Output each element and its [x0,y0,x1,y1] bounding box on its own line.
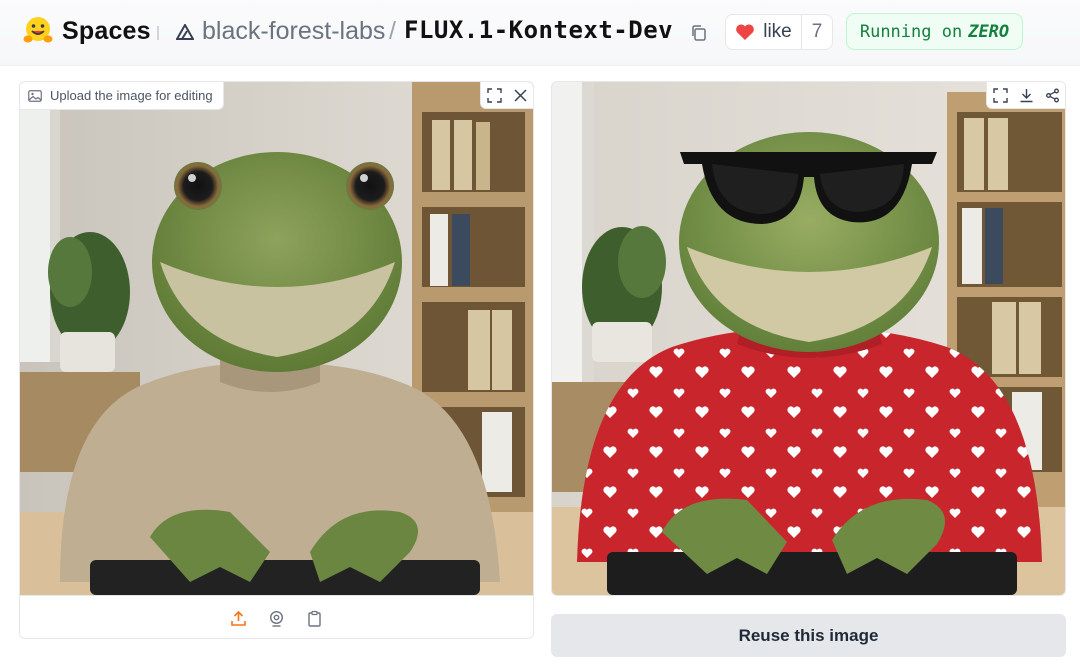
input-image-label: Upload the image for editing [20,82,224,110]
header-divider [157,26,159,40]
clipboard-source-button[interactable] [302,605,328,631]
heart-icon [736,24,755,40]
reuse-image-button[interactable]: Reuse this image [551,614,1066,657]
input-image-panel: Upload the image for editing [19,81,534,639]
status-prefix: Running on [859,21,963,42]
input-source-bar [20,595,533,638]
close-icon [513,88,527,102]
output-download-button[interactable] [1013,82,1039,108]
input-fullscreen-button[interactable] [481,82,507,108]
output-share-button[interactable] [1039,82,1065,108]
black-forest-labs-logo-icon [176,24,194,40]
like-label: like [763,21,792,42]
download-icon [1020,88,1032,102]
runtime-status-badge[interactable]: Running on ZERO [846,13,1023,50]
input-image-label-text: Upload the image for editing [50,88,213,103]
copy-icon[interactable] [690,24,708,42]
path-separator: / [389,17,396,45]
upload-source-button[interactable] [226,605,252,631]
clipboard-icon [308,610,321,627]
input-image-dropzone[interactable] [20,82,533,595]
repo-title[interactable]: FLUX.1-Kontext-Dev [404,16,673,44]
fullscreen-icon [992,87,1008,103]
org-link[interactable]: black-forest-labs [202,17,385,46]
output-image[interactable] [552,82,1065,595]
hugging-face-logo-icon[interactable] [22,15,54,47]
spaces-link[interactable]: Spaces [62,17,151,46]
input-clear-button[interactable] [507,82,533,108]
output-image-panel [551,81,1066,596]
frog-sunglasses-red-sweater-image [552,82,1065,595]
frog-beige-sweater-image [20,82,533,595]
output-image-toolbar [986,82,1065,109]
upload-icon [231,610,246,626]
like-toggle[interactable]: like [726,15,802,49]
share-icon [1045,88,1059,102]
image-icon [28,89,42,102]
top-header: Spaces black-forest-labs / FLUX.1-Kontex… [0,0,1080,66]
like-count[interactable]: 7 [802,15,832,49]
fullscreen-icon [486,87,502,103]
input-image-toolbar [480,82,533,109]
output-fullscreen-button[interactable] [987,82,1013,108]
webcam-icon [269,610,284,627]
status-hardware: ZERO [968,21,1010,42]
webcam-source-button[interactable] [264,605,290,631]
like-button[interactable]: like 7 [725,14,833,50]
